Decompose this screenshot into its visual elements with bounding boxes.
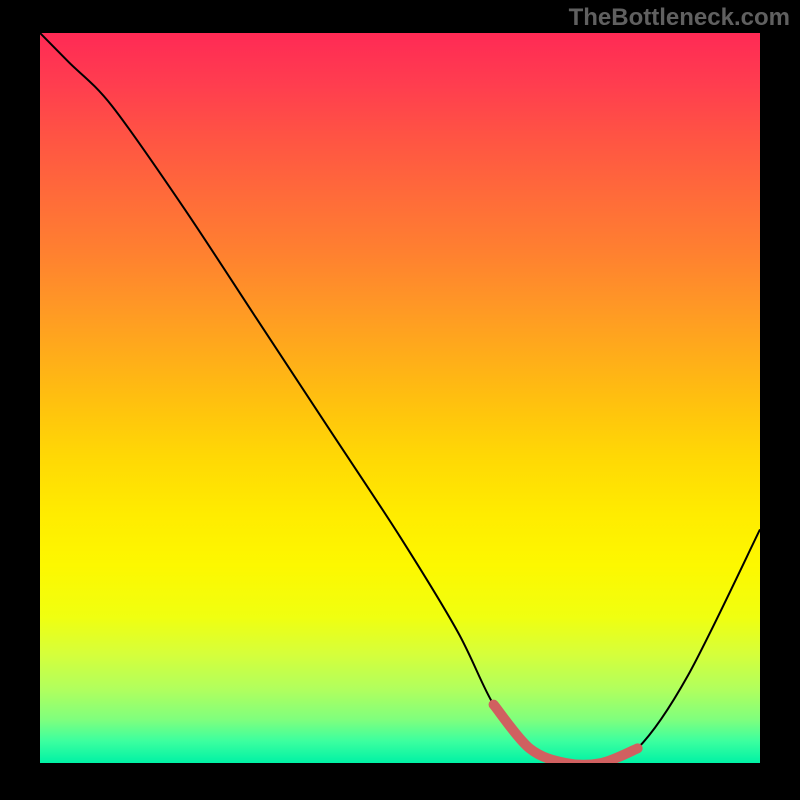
curve-svg	[40, 33, 760, 763]
optimal-zone-highlight	[494, 705, 638, 763]
watermark-text: TheBottleneck.com	[569, 4, 790, 32]
bottleneck-curve	[40, 33, 760, 763]
chart-container: TheBottleneck.com	[0, 0, 800, 800]
plot-area	[40, 33, 760, 763]
